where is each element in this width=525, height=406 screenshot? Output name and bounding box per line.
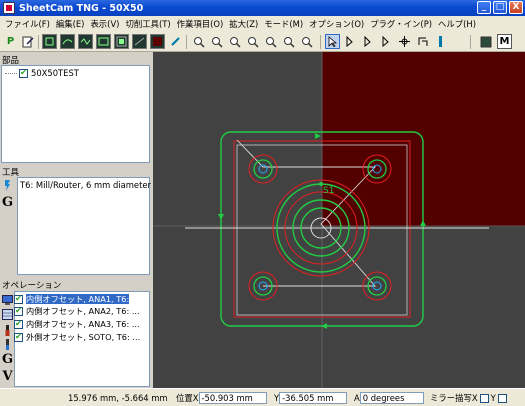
window-title: SheetCam TNG - 50X50	[19, 2, 144, 14]
zoom-window-icon[interactable]	[281, 34, 296, 49]
operation-row-3[interactable]: ✔ 内側オフセット, ANA3, T6: ...	[14, 319, 148, 329]
menu-operations[interactable]: 作業項目(O)	[174, 18, 227, 30]
toolpath-drawing[interactable]: S1	[153, 52, 525, 388]
machine-setup-icon[interactable]	[478, 34, 493, 49]
operation-label-3: 内側オフセット, ANA3, T6: ...	[26, 319, 140, 329]
position-y-field[interactable]: -36.505 mm	[279, 392, 348, 404]
monitor-icon[interactable]	[2, 294, 13, 305]
view-3d-icon[interactable]	[42, 34, 57, 49]
title-bar: SheetCam TNG - 50X50 _ □ X	[0, 0, 525, 16]
zoom-table-icon[interactable]	[263, 34, 278, 49]
part-name: 50X50TEST	[31, 68, 79, 78]
close-button[interactable]: X	[509, 1, 523, 14]
mirror-y-checkbox[interactable]	[497, 393, 507, 403]
cursor-coords: 15.976 mm, -5.664 mm	[68, 393, 168, 403]
operation-label-1: 内側オフセット, ANA1, T6:	[26, 294, 130, 304]
select-arrow-icon[interactable]	[325, 34, 340, 49]
corner-hole-tl[interactable]	[248, 154, 278, 184]
show-paths-icon[interactable]	[60, 34, 75, 49]
angle-field[interactable]: 0 degrees	[359, 392, 424, 404]
position-x-label: 位置X	[176, 393, 199, 403]
set-start-icon[interactable]	[343, 34, 358, 49]
show-rapids-icon[interactable]	[78, 34, 93, 49]
menu-view[interactable]: 表示(V)	[87, 18, 122, 30]
menu-file[interactable]: ファイル(F)	[2, 18, 53, 30]
move-origin-icon[interactable]	[397, 34, 412, 49]
operation-row-2[interactable]: ✔ 内側オフセット, ANA2, T6: ...	[14, 306, 148, 316]
zoom-previous-icon[interactable]	[299, 34, 314, 49]
maximize-button[interactable]: □	[493, 1, 507, 14]
zoom-fit-icon[interactable]	[227, 34, 242, 49]
tool-bit-icon[interactable]	[433, 34, 448, 49]
move-part-icon[interactable]	[415, 34, 430, 49]
mirror-x-checkbox[interactable]	[479, 393, 489, 403]
operation-label-4: 外側オフセット, SOTO, T6: ...	[26, 332, 141, 342]
operation-checkbox-3[interactable]: ✔	[14, 319, 23, 329]
menu-plugins[interactable]: プラグ・イン(P)	[367, 18, 435, 30]
show-holes-icon[interactable]	[132, 34, 147, 49]
pencil-icon[interactable]	[168, 34, 183, 49]
post-process-button[interactable]: P	[3, 34, 18, 49]
part-checkbox[interactable]: ✔	[19, 68, 28, 78]
operation-checkbox-2[interactable]: ✔	[14, 306, 23, 316]
start-label: S1	[323, 186, 334, 196]
zoom-out-icon[interactable]	[209, 34, 224, 49]
m-button[interactable]: M	[497, 34, 512, 49]
menu-edit[interactable]: 編集(E)	[53, 18, 88, 30]
parts-tree-item[interactable]: ✔ 50X50TEST	[5, 68, 79, 78]
menu-bar: ファイル(F) 編集(E) 表示(V) 切削工具(T) 作業項目(O) 拡大(Z…	[0, 16, 525, 32]
toolbar: P M	[0, 32, 525, 52]
tool-entry[interactable]: T6: Mill/Router, 6 mm diameter	[20, 180, 151, 190]
gcode-post-icon[interactable]: G	[2, 352, 13, 367]
menu-options[interactable]: オプション(O)	[306, 18, 367, 30]
mirror-x-label: ミラー描写X	[430, 393, 478, 403]
status-bar: 15.976 mm, -5.664 mm 位置X -50.903 mm Y -3…	[0, 388, 525, 406]
operation-checkbox-4[interactable]: ✔	[14, 332, 23, 342]
operation-row-1[interactable]: ✔ 内側オフセット, ANA1, T6:	[14, 294, 148, 304]
position-x-field[interactable]: -50.903 mm	[198, 392, 267, 404]
operation-label-2: 内側オフセット, ANA2, T6: ...	[26, 306, 140, 316]
parts-list[interactable]: ✔ 50X50TEST	[1, 65, 150, 163]
vcarve-icon[interactable]: V	[2, 369, 13, 384]
drill-icon[interactable]	[2, 325, 13, 336]
show-stock-icon[interactable]	[114, 34, 129, 49]
zoom-part-icon[interactable]	[245, 34, 260, 49]
menu-mode[interactable]: モード(M)	[261, 18, 306, 30]
operations-header: オペレーション	[2, 281, 62, 291]
zoom-in-icon[interactable]	[191, 34, 206, 49]
mill-bit-icon[interactable]	[2, 339, 13, 350]
menu-zoom[interactable]: 拡大(Z)	[226, 18, 261, 30]
gcode-icon[interactable]: G	[2, 195, 13, 210]
tool-icon[interactable]	[2, 180, 13, 191]
set-start-tab-icon[interactable]	[361, 34, 376, 49]
show-material-icon[interactable]	[150, 34, 165, 49]
cad-viewport[interactable]: S1	[153, 52, 525, 388]
app-icon	[3, 2, 15, 14]
left-pane: 部品 ✔ 50X50TEST 工具 G T6: Mill/Router, 6 m…	[0, 52, 152, 388]
operation-table-icon[interactable]	[2, 309, 13, 320]
menu-help[interactable]: ヘルプ(H)	[435, 18, 479, 30]
mirror-y-label: Y	[490, 393, 496, 403]
show-part-icon[interactable]	[96, 34, 111, 49]
reverse-direction-icon[interactable]	[379, 34, 394, 49]
minimize-button[interactable]: _	[477, 1, 491, 14]
edit-icon[interactable]	[20, 34, 35, 49]
menu-tools[interactable]: 切削工具(T)	[122, 18, 173, 30]
operation-checkbox-1[interactable]: ✔	[14, 294, 23, 304]
operation-row-4[interactable]: ✔ 外側オフセット, SOTO, T6: ...	[14, 332, 148, 342]
tool-list[interactable]: T6: Mill/Router, 6 mm diameter	[17, 177, 151, 275]
